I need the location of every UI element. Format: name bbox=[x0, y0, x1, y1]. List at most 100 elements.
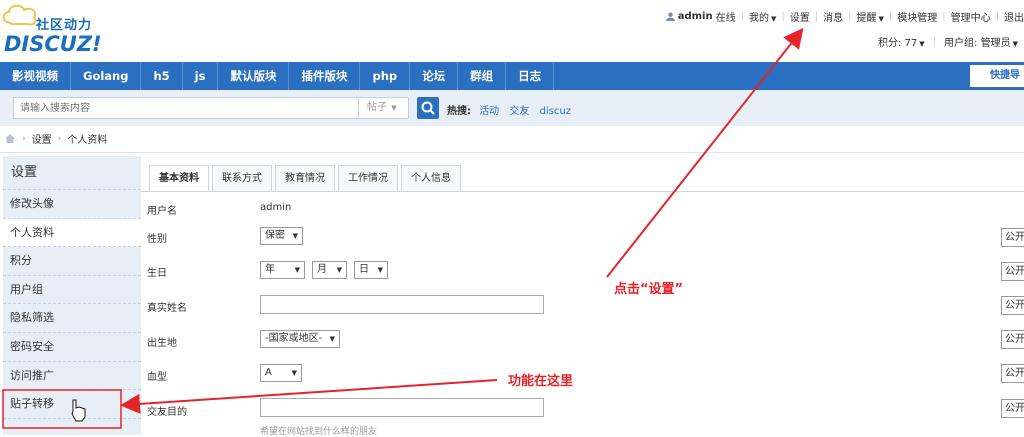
purpose-input[interactable] bbox=[260, 398, 544, 417]
sidebar-item-thread-transfer[interactable]: 贴子转移 bbox=[3, 390, 141, 419]
tabs-divider bbox=[141, 191, 1024, 192]
chevron-down-icon: ▼ bbox=[389, 104, 397, 112]
annotation-feature-here: 功能在这里 bbox=[508, 374, 574, 389]
blood-privacy-select[interactable]: 公开 bbox=[1001, 364, 1024, 383]
site-logo[interactable]: 社区动力 DISCUZ! bbox=[2, 2, 112, 56]
nav-item-default-board[interactable]: 默认版块 bbox=[218, 62, 290, 90]
username-value: admin bbox=[260, 202, 292, 213]
realname-label: 真实姓名 bbox=[147, 303, 187, 314]
settings-link[interactable]: 设置 bbox=[790, 9, 810, 24]
sidebar-item-password[interactable]: 密码安全 bbox=[3, 333, 141, 362]
chevron-down-icon: ▼ bbox=[770, 15, 777, 23]
tab-contact[interactable]: 联系方式 bbox=[212, 165, 272, 191]
purpose-privacy-select[interactable]: 公开 bbox=[1001, 399, 1024, 418]
tab-work[interactable]: 工作情况 bbox=[338, 165, 398, 191]
birthplace-select[interactable]: -国家或地区- ▼ bbox=[260, 330, 340, 348]
settings-sidebar: 设置 修改头像 个人资料 积分 用户组 隐私筛选 密码安全 访问推广 贴子转移 bbox=[3, 156, 141, 435]
annotation-click-settings: 点击“设置” bbox=[614, 282, 684, 297]
realname-privacy-select[interactable]: 公开 bbox=[1001, 296, 1024, 315]
nav-item-video[interactable]: 影视视频 bbox=[0, 62, 71, 90]
birth-day-select[interactable]: 日 ▼ bbox=[354, 261, 388, 279]
notifications-menu[interactable]: 提醒 ▼ bbox=[856, 9, 883, 24]
module-admin-link[interactable]: 模块管理 bbox=[897, 9, 937, 24]
admin-center-link[interactable]: 管理中心 bbox=[951, 9, 991, 24]
user-icon bbox=[665, 12, 675, 21]
hot-search-label: 热搜: bbox=[447, 106, 471, 117]
chevron-down-icon: ▼ bbox=[1012, 40, 1018, 48]
purpose-hint: 希望在网站找到什么样的朋友 bbox=[260, 427, 378, 437]
my-menu[interactable]: 我的 ▼ bbox=[749, 9, 776, 24]
search-input[interactable] bbox=[13, 97, 359, 119]
nav-item-plugin-board[interactable]: 插件版块 bbox=[289, 62, 361, 90]
nav-item-golang[interactable]: Golang bbox=[71, 62, 142, 90]
breadcrumb-profile: 个人资料 bbox=[67, 135, 108, 146]
blood-type-select[interactable]: A ▼ bbox=[260, 364, 302, 382]
messages-link[interactable]: 消息 bbox=[823, 9, 843, 24]
sidebar-item-avatar[interactable]: 修改头像 bbox=[3, 190, 141, 219]
breadcrumb-arrow-icon: › bbox=[57, 133, 62, 144]
sidebar-item-promotion[interactable]: 访问推广 bbox=[3, 362, 141, 391]
nav-item-h5[interactable]: h5 bbox=[141, 62, 183, 90]
tab-education[interactable]: 教育情况 bbox=[275, 165, 335, 191]
hot-link-friends[interactable]: 交友 bbox=[509, 106, 529, 117]
online-status: 在线 bbox=[715, 13, 736, 24]
username-link[interactable]: admin bbox=[678, 11, 713, 22]
chevron-down-icon: ▼ bbox=[292, 232, 298, 240]
tab-personal[interactable]: 个人信息 bbox=[401, 165, 461, 191]
gender-privacy-select[interactable]: 公开 bbox=[1001, 228, 1024, 247]
main-nav: 影视视频 Golang h5 js 默认版块 插件版块 php 论坛 群组 日志… bbox=[0, 62, 1024, 90]
chevron-down-icon: ▼ bbox=[294, 266, 300, 274]
logout-link[interactable]: 退出 bbox=[1004, 9, 1024, 24]
gender-label: 性别 bbox=[147, 234, 167, 245]
breadcrumb-arrow-icon: › bbox=[22, 133, 26, 144]
chevron-down-icon: ▼ bbox=[291, 369, 297, 377]
search-type-select[interactable]: 帖子 ▼ bbox=[359, 97, 409, 119]
top-user-nav: admin 在线 | 我的 ▼ | 设置 | 消息 | 提醒 ▼ | 模块管理 | … bbox=[665, 9, 1024, 24]
nav-item-js[interactable]: js bbox=[183, 62, 219, 90]
search-button[interactable] bbox=[417, 97, 439, 119]
birthplace-label: 出生地 bbox=[147, 338, 177, 349]
sidebar-title: 设置 bbox=[3, 156, 141, 190]
hot-search: 热搜: 活动 交友 discuz bbox=[447, 102, 578, 117]
site-header: 社区动力 DISCUZ! admin 在线 | 我的 ▼ | 设置 | 消息 | … bbox=[0, 0, 1024, 62]
nav-item-groups[interactable]: 群组 bbox=[458, 62, 507, 90]
logo-text-en: DISCUZ! bbox=[4, 32, 102, 56]
nav-item-blog[interactable]: 日志 bbox=[506, 62, 555, 90]
purpose-label: 交友目的 bbox=[147, 407, 187, 418]
points-menu[interactable]: 积分: 77 ▼ bbox=[878, 34, 925, 49]
chevron-down-icon: ▼ bbox=[878, 15, 884, 23]
home-icon[interactable] bbox=[4, 133, 16, 144]
sidebar-item-usergroup[interactable]: 用户组 bbox=[3, 276, 141, 305]
birthday-label: 生日 bbox=[147, 268, 167, 279]
realname-input[interactable] bbox=[260, 295, 544, 314]
birth-year-select[interactable]: 年 ▼ bbox=[260, 261, 305, 279]
hot-link-discuz[interactable]: discuz bbox=[540, 106, 571, 117]
breadcrumb-settings[interactable]: 设置 bbox=[32, 131, 52, 146]
chevron-down-icon: ▼ bbox=[329, 335, 335, 343]
gender-select[interactable]: 保密 ▼ bbox=[260, 227, 303, 245]
nav-item-php[interactable]: php bbox=[360, 62, 411, 90]
hot-link-activity[interactable]: 活动 bbox=[479, 106, 499, 117]
tab-basic[interactable]: 基本资料 bbox=[149, 165, 209, 191]
chevron-down-icon: ▼ bbox=[377, 266, 383, 274]
quick-nav-button[interactable]: 快捷导 bbox=[970, 65, 1024, 87]
blood-type-label: 血型 bbox=[147, 372, 167, 383]
divider bbox=[0, 152, 1024, 153]
search-icon bbox=[421, 101, 435, 115]
username-label: 用户名 bbox=[147, 206, 177, 217]
breadcrumb: › 设置 › 个人资料 bbox=[4, 131, 107, 146]
usergroup-menu[interactable]: 用户组: 管理员 ▼ bbox=[944, 34, 1018, 49]
birthday-privacy-select[interactable]: 公开 bbox=[1001, 262, 1024, 281]
birth-month-select[interactable]: 月 ▼ bbox=[312, 261, 347, 279]
logo-text-cn: 社区动力 bbox=[36, 18, 93, 33]
nav-item-forum[interactable]: 论坛 bbox=[410, 62, 459, 90]
sidebar-item-profile[interactable]: 个人资料 bbox=[3, 218, 141, 248]
chevron-down-icon: ▼ bbox=[336, 266, 342, 274]
user-info-bar: 积分: 77 ▼ | 用户组: 管理员 ▼ bbox=[878, 34, 1018, 49]
profile-tabs: 基本资料 联系方式 教育情况 工作情况 个人信息 bbox=[149, 165, 464, 191]
birthplace-privacy-select[interactable]: 公开 bbox=[1001, 330, 1024, 349]
sidebar-item-privacy[interactable]: 隐私筛选 bbox=[3, 304, 141, 333]
sidebar-item-credits[interactable]: 积分 bbox=[3, 247, 141, 276]
chevron-down-icon: ▼ bbox=[919, 40, 925, 48]
search-bar: 帖子 ▼ 热搜: 活动 交友 discuz bbox=[0, 90, 1024, 126]
